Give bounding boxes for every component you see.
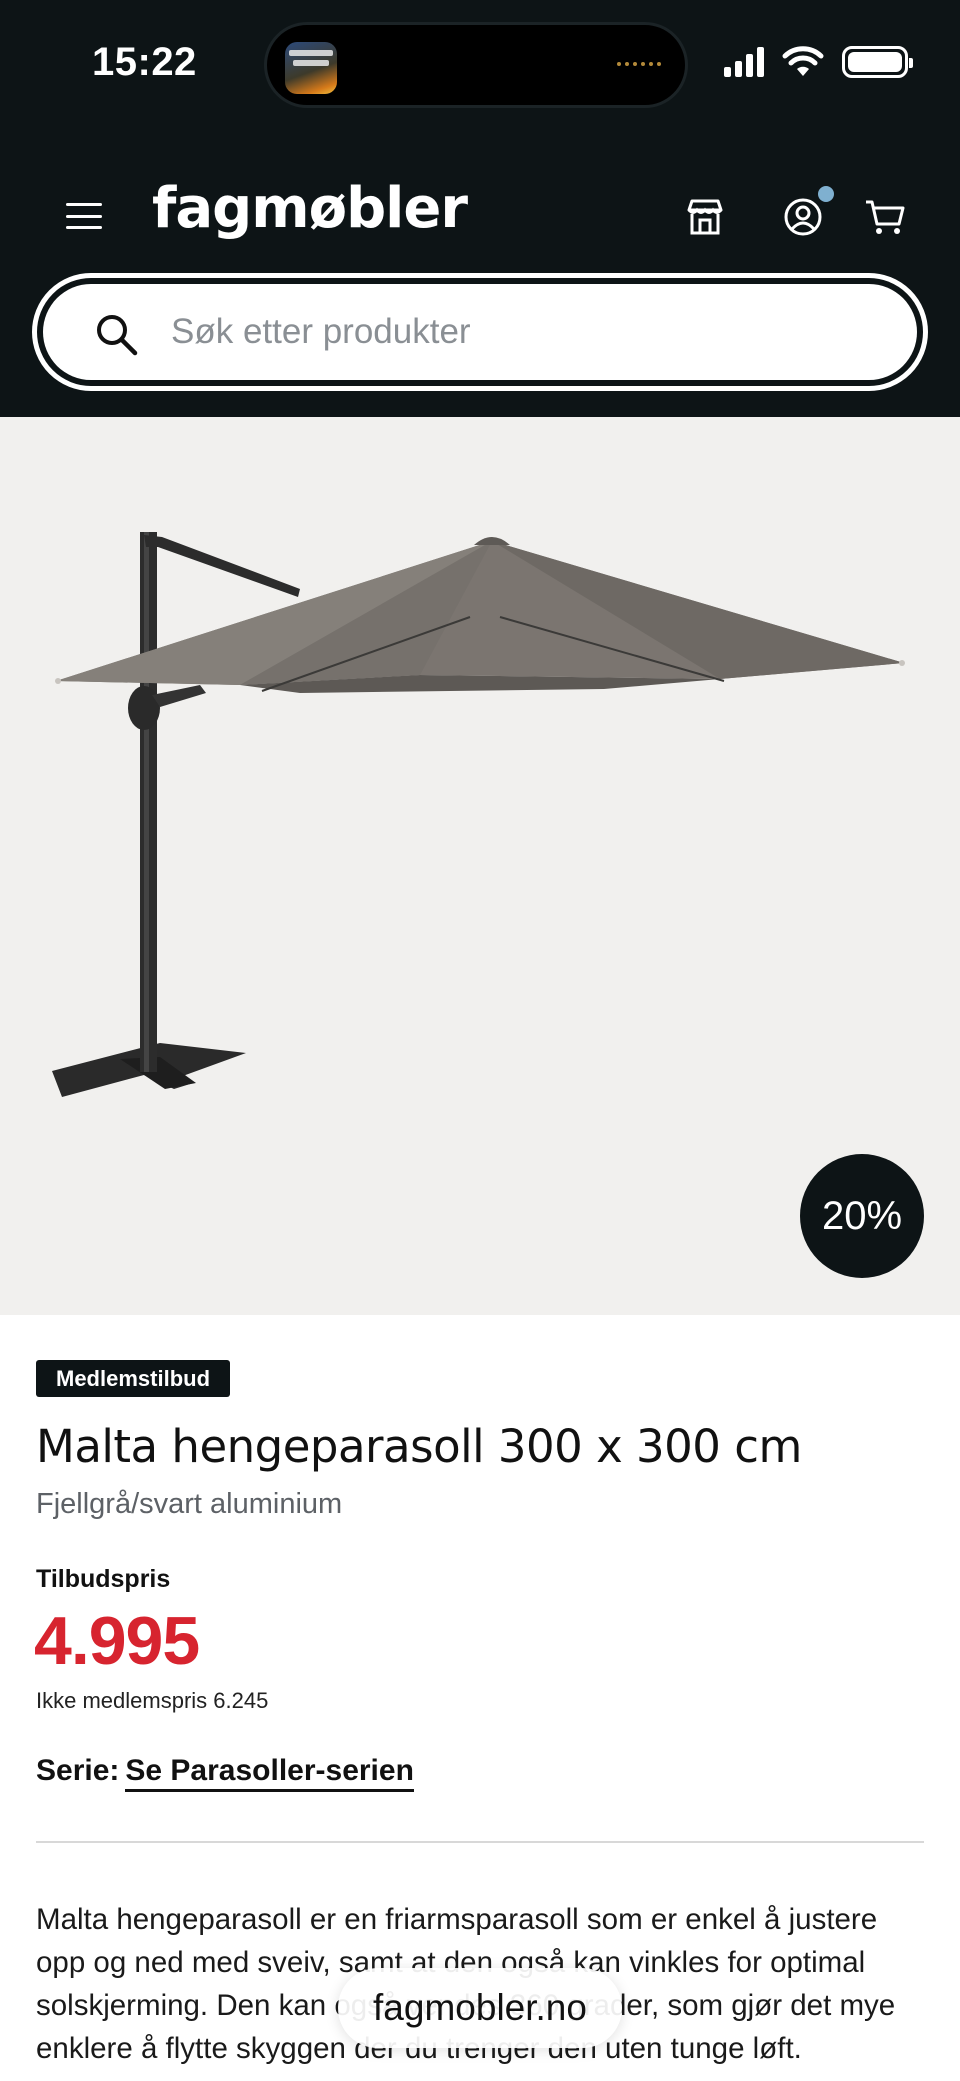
discount-badge: 20% (800, 1154, 924, 1278)
cart-icon[interactable] (864, 196, 906, 238)
store-icon[interactable] (684, 196, 726, 238)
offer-price: 4.995 (34, 1603, 200, 1679)
series-label: Serie: (36, 1754, 120, 1787)
top-bar: 15:22 fagmøbler Søk etter produkter (0, 0, 960, 417)
now-playing-artwork (285, 42, 337, 94)
wifi-icon (782, 46, 824, 76)
search-bar[interactable]: Søk etter produkter (32, 273, 928, 391)
offer-price-label: Tilbudspris (36, 1565, 171, 1593)
non-member-price: Ikke medlemspris 6.245 (36, 1688, 269, 1713)
series-link[interactable]: Se Parasoller-serien (125, 1754, 414, 1792)
signal-icon (724, 47, 764, 77)
browser-url-bar[interactable]: fagmobler.no (338, 1968, 622, 2048)
dynamic-island[interactable] (264, 22, 688, 108)
menu-icon[interactable] (66, 203, 102, 229)
status-time: 15:22 (92, 40, 197, 84)
divider (36, 1841, 924, 1843)
audio-wave-icon (617, 62, 661, 70)
logo[interactable]: fagmøbler (152, 176, 468, 241)
notification-dot (818, 186, 834, 202)
account-icon[interactable] (782, 196, 824, 238)
battery-icon (842, 46, 913, 78)
search-input[interactable]: Søk etter produkter (171, 312, 471, 352)
status-icons (724, 46, 913, 78)
series-row: Serie: Se Parasoller-serien (36, 1754, 414, 1792)
product-subtitle: Fjellgrå/svart aluminium (36, 1488, 343, 1520)
product-title: Malta hengeparasoll 300 x 300 cm (36, 1420, 802, 1473)
search-icon (97, 315, 138, 356)
member-offer-badge: Medlemstilbud (36, 1360, 231, 1397)
